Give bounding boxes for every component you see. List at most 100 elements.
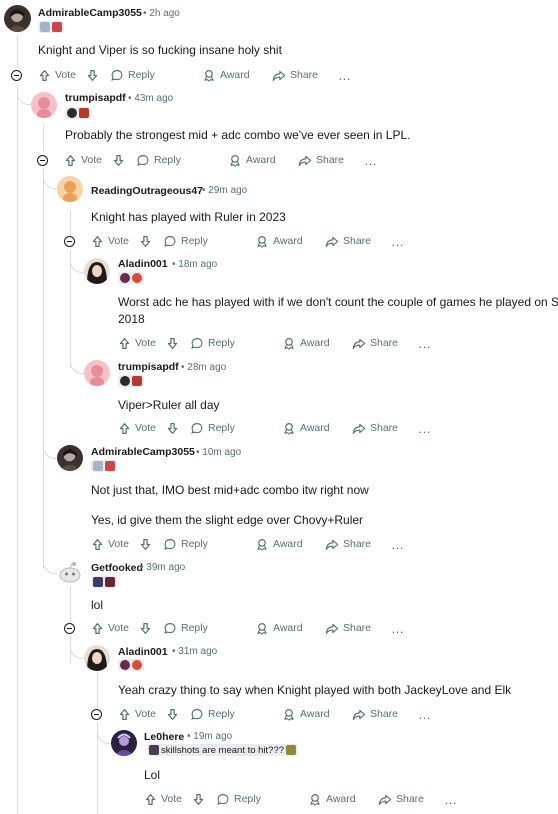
collapse-thread-icon[interactable] <box>37 155 48 166</box>
reply-label: Reply <box>181 622 208 634</box>
photo-avatar[interactable] <box>84 645 110 671</box>
reply-icon <box>110 69 124 82</box>
reply-button[interactable]: Reply <box>163 538 255 551</box>
share-label: Share <box>290 69 319 81</box>
award-label: Award <box>273 538 303 550</box>
reply-button[interactable]: Reply <box>163 235 255 248</box>
more-options-button[interactable]: … <box>364 153 378 168</box>
share-button[interactable]: Share <box>325 622 391 635</box>
dark-character-avatar[interactable] <box>4 5 31 32</box>
award-button[interactable]: Award <box>228 154 298 167</box>
award-button[interactable]: Award <box>282 422 352 435</box>
downvote-button[interactable] <box>166 422 190 435</box>
username[interactable]: Getfooked <box>91 562 143 574</box>
reply-button[interactable]: Reply <box>163 622 255 635</box>
dark-character-avatar[interactable] <box>57 445 83 471</box>
comment-body: Not just that, IMO best mid+adc combo it… <box>91 483 369 497</box>
default-snoo-avatar[interactable] <box>57 560 83 586</box>
share-button[interactable]: Share <box>378 793 444 806</box>
reply-button[interactable]: Reply <box>190 422 282 435</box>
username[interactable]: trumpisapdf <box>65 92 126 104</box>
collapse-thread-icon[interactable] <box>64 623 75 634</box>
reply-button[interactable]: Reply <box>190 337 282 350</box>
reply-label: Reply <box>208 708 235 720</box>
dark-team-icon <box>120 376 130 386</box>
award-button[interactable]: Award <box>255 538 325 551</box>
username[interactable]: AdmirableCamp3055 <box>91 446 195 458</box>
username[interactable]: AdmirableCamp3055 <box>38 7 142 19</box>
thread-line <box>97 672 98 708</box>
downvote-button[interactable] <box>112 154 136 167</box>
award-button[interactable]: Award <box>282 337 352 350</box>
reply-button[interactable]: Reply <box>190 708 282 721</box>
collapse-thread-icon[interactable] <box>11 70 22 81</box>
pink-snoo-avatar[interactable] <box>84 360 110 386</box>
more-options-button[interactable]: … <box>418 421 432 436</box>
more-options-button[interactable]: … <box>444 792 458 807</box>
share-button[interactable]: Share <box>352 708 418 721</box>
share-button[interactable]: Share <box>298 154 364 167</box>
more-options-button[interactable]: … <box>418 336 432 351</box>
downvote-button[interactable] <box>139 235 163 248</box>
share-button[interactable]: Share <box>325 235 391 248</box>
upvote-button[interactable]: Vote <box>118 708 166 721</box>
pink-snoo-avatar[interactable] <box>31 92 57 118</box>
reply-button[interactable]: Reply <box>216 793 308 806</box>
username[interactable]: Aladin001 <box>118 258 168 270</box>
share-button[interactable]: Share <box>272 69 338 82</box>
user-flair: skillshots are meant to hit??? <box>147 744 299 756</box>
upvote-button[interactable]: Vote <box>91 235 139 248</box>
orange-snoo-avatar[interactable] <box>57 176 83 202</box>
upvote-button[interactable]: Vote <box>91 622 139 635</box>
downvote-button[interactable] <box>139 538 163 551</box>
downvote-button[interactable] <box>166 337 190 350</box>
more-options-button[interactable]: … <box>391 234 405 249</box>
username[interactable]: Aladin001 <box>118 646 168 658</box>
upvote-button[interactable]: Vote <box>64 154 112 167</box>
award-icon <box>255 622 269 635</box>
share-button[interactable]: Share <box>325 538 391 551</box>
more-options-button[interactable]: … <box>391 621 405 636</box>
downvote-button[interactable] <box>86 69 110 82</box>
award-button[interactable]: Award <box>255 622 325 635</box>
award-button[interactable]: Award <box>255 235 325 248</box>
award-button[interactable]: Award <box>282 708 352 721</box>
username[interactable]: ReadingOutrageous47 <box>91 185 203 197</box>
emote-icon <box>286 745 297 755</box>
red-team-icon <box>132 660 142 670</box>
upvote-button[interactable]: Vote <box>38 69 86 82</box>
more-options-button[interactable]: … <box>418 707 432 722</box>
upvote-button[interactable]: Vote <box>91 538 139 551</box>
downvote-button[interactable] <box>166 708 190 721</box>
downvote-button[interactable] <box>139 622 163 635</box>
timestamp: • 19m ago <box>187 731 233 742</box>
vote-label: Vote <box>135 708 157 720</box>
lpl-team-icon <box>40 22 50 32</box>
reply-icon <box>136 154 150 167</box>
award-label: Award <box>300 708 330 720</box>
award-label: Award <box>246 154 276 166</box>
award-button[interactable]: Award <box>202 69 272 82</box>
photo-avatar[interactable] <box>84 258 110 284</box>
share-button[interactable]: Share <box>352 422 418 435</box>
username[interactable]: Le0here <box>144 731 184 743</box>
share-button[interactable]: Share <box>352 337 418 350</box>
share-label: Share <box>370 337 399 349</box>
reply-button[interactable]: Reply <box>110 69 202 82</box>
reply-button[interactable]: Reply <box>136 154 228 167</box>
more-options-button[interactable]: … <box>391 537 405 552</box>
username[interactable]: trumpisapdf <box>118 361 179 373</box>
upvote-button[interactable]: Vote <box>118 422 166 435</box>
upvote-icon <box>118 337 131 350</box>
reply-icon <box>190 337 204 350</box>
red-team-icon <box>105 461 115 471</box>
award-button[interactable]: Award <box>308 793 378 806</box>
more-options-button[interactable]: … <box>338 68 352 83</box>
reply-icon <box>190 422 204 435</box>
downvote-button[interactable] <box>192 793 216 806</box>
collapse-thread-icon[interactable] <box>91 709 102 720</box>
upvote-button[interactable]: Vote <box>144 793 192 806</box>
upvote-button[interactable]: Vote <box>118 337 166 350</box>
collapse-thread-icon[interactable] <box>64 236 75 247</box>
purple-character-avatar[interactable] <box>111 730 137 756</box>
